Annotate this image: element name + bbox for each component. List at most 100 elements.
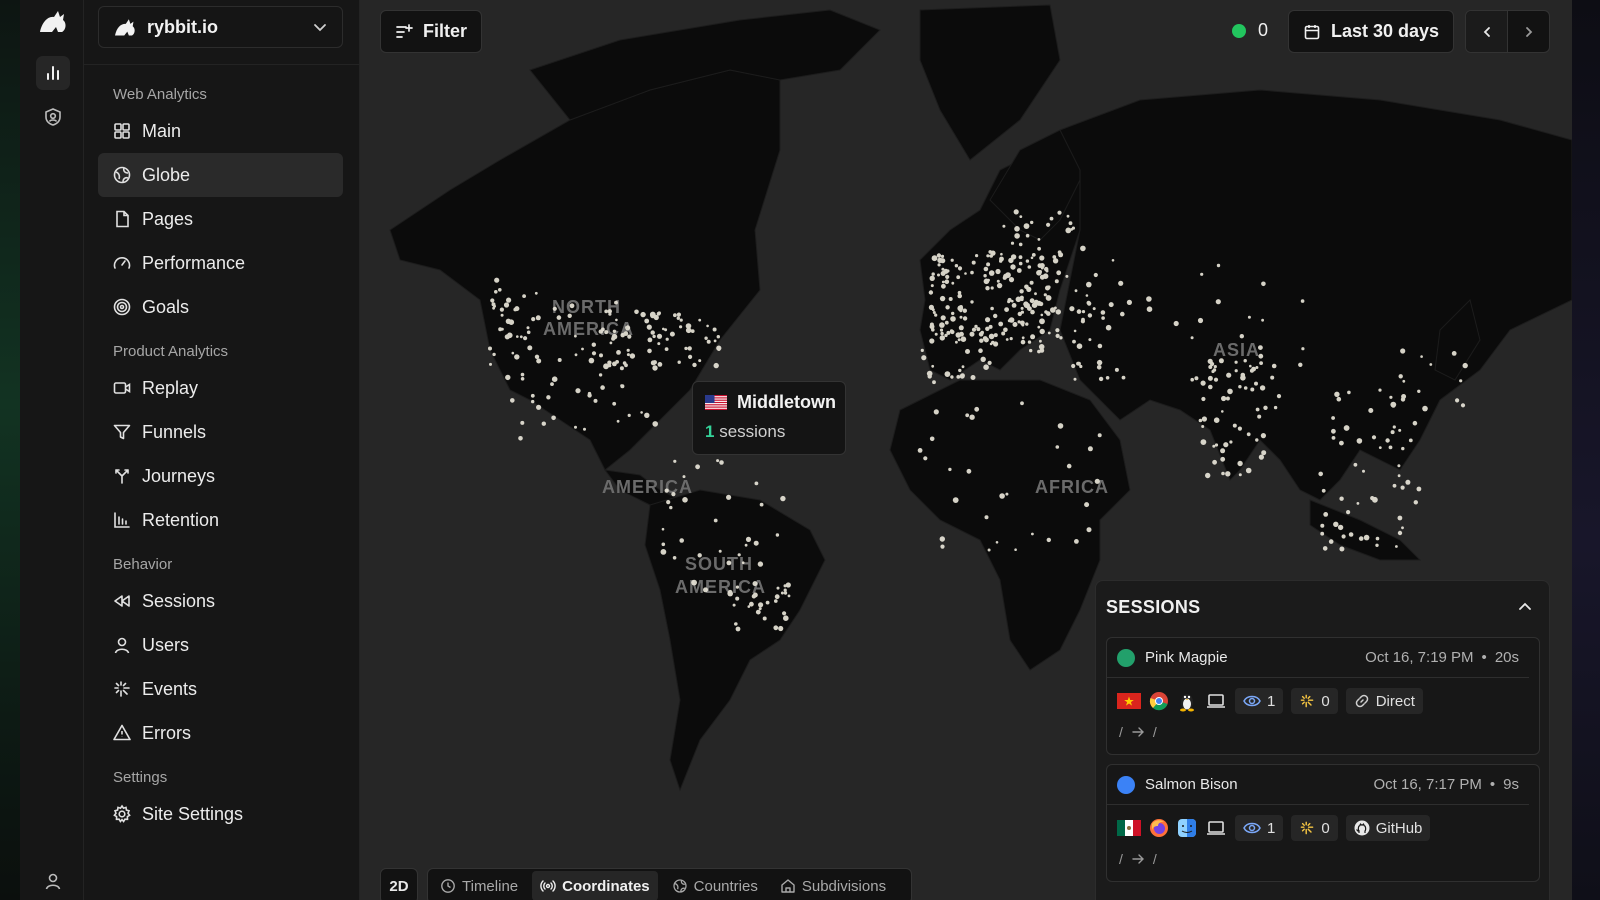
session-point[interactable] xyxy=(1221,395,1227,402)
session-point[interactable] xyxy=(1072,339,1076,344)
session-point[interactable] xyxy=(988,333,995,340)
session-point[interactable] xyxy=(978,348,983,354)
sidebar-item-errors[interactable]: Errors xyxy=(98,711,343,755)
session-point[interactable] xyxy=(1212,444,1216,448)
session-point[interactable] xyxy=(619,366,624,371)
session-point[interactable] xyxy=(1416,486,1422,492)
session-point[interactable] xyxy=(1375,543,1379,547)
session-point[interactable] xyxy=(959,373,965,379)
session-point[interactable] xyxy=(735,626,741,632)
session-point[interactable] xyxy=(505,318,512,324)
session-point[interactable] xyxy=(1011,303,1017,308)
session-point[interactable] xyxy=(522,294,526,298)
session-point[interactable] xyxy=(551,376,558,383)
session-point[interactable] xyxy=(494,290,498,294)
session-point[interactable] xyxy=(691,579,697,586)
session-point[interactable] xyxy=(494,277,500,283)
session-point[interactable] xyxy=(927,374,932,379)
sidebar-item-sessions[interactable]: Sessions xyxy=(98,579,343,623)
session-point[interactable] xyxy=(785,582,791,588)
session-point[interactable] xyxy=(1039,274,1045,280)
session-point[interactable] xyxy=(716,459,720,463)
session-point[interactable] xyxy=(516,335,519,338)
session-point[interactable] xyxy=(1046,222,1051,227)
session-point[interactable] xyxy=(932,311,936,314)
session-point[interactable] xyxy=(716,335,720,339)
session-point[interactable] xyxy=(945,305,950,310)
session-point[interactable] xyxy=(1076,361,1080,366)
session-point[interactable] xyxy=(1066,463,1072,469)
session-point[interactable] xyxy=(717,348,721,351)
session-point[interactable] xyxy=(985,326,990,331)
session-point[interactable] xyxy=(673,459,677,463)
session-point[interactable] xyxy=(726,560,732,566)
session-point[interactable] xyxy=(960,336,967,343)
session-point[interactable] xyxy=(1027,340,1032,344)
session-point[interactable] xyxy=(1389,395,1393,399)
session-point[interactable] xyxy=(1004,307,1009,312)
session-point[interactable] xyxy=(1024,303,1028,308)
session-point[interactable] xyxy=(1068,221,1073,226)
session-point[interactable] xyxy=(1322,546,1328,551)
session-point[interactable] xyxy=(581,347,584,351)
session-point[interactable] xyxy=(1323,512,1329,517)
session-point[interactable] xyxy=(965,413,970,418)
session-point[interactable] xyxy=(987,548,991,552)
session-point[interactable] xyxy=(1059,336,1063,340)
session-point[interactable] xyxy=(1223,442,1229,448)
session-point[interactable] xyxy=(957,338,961,342)
session-point[interactable] xyxy=(780,495,786,502)
chevron-right-icon[interactable] xyxy=(1508,11,1549,52)
session-point[interactable] xyxy=(1010,264,1016,270)
session-point[interactable] xyxy=(713,339,717,343)
session-point[interactable] xyxy=(1031,302,1038,309)
session-point[interactable] xyxy=(1240,375,1246,381)
session-point[interactable] xyxy=(1071,226,1075,230)
session-point[interactable] xyxy=(1339,440,1344,446)
session-point[interactable] xyxy=(1039,339,1042,343)
session-point[interactable] xyxy=(1173,320,1179,327)
session-point[interactable] xyxy=(1347,390,1351,395)
session-point[interactable] xyxy=(1216,263,1221,268)
session-point[interactable] xyxy=(1239,334,1244,339)
session-point[interactable] xyxy=(661,542,666,547)
session-point[interactable] xyxy=(1114,367,1119,372)
session-point[interactable] xyxy=(1337,524,1344,531)
session-point[interactable] xyxy=(679,538,684,543)
session-point[interactable] xyxy=(575,388,581,394)
sidebar-item-replay[interactable]: Replay xyxy=(98,366,343,410)
sidebar-item-journeys[interactable]: Journeys xyxy=(98,454,343,498)
session-point[interactable] xyxy=(727,590,733,597)
session-point[interactable] xyxy=(1043,293,1047,297)
session-point[interactable] xyxy=(757,561,764,567)
session-point[interactable] xyxy=(980,356,986,362)
session-point[interactable] xyxy=(754,481,759,486)
session-point[interactable] xyxy=(1055,309,1061,315)
session-point[interactable] xyxy=(534,354,540,359)
session-point[interactable] xyxy=(999,256,1004,262)
session-point[interactable] xyxy=(1200,380,1206,386)
session-point[interactable] xyxy=(1392,483,1397,488)
session-point[interactable] xyxy=(758,602,764,608)
session-point[interactable] xyxy=(1201,425,1205,428)
session-point[interactable] xyxy=(776,586,780,590)
session-point[interactable] xyxy=(608,312,612,316)
session-point[interactable] xyxy=(741,561,745,564)
session-point[interactable] xyxy=(984,338,988,343)
session-point[interactable] xyxy=(1402,379,1406,383)
session-point[interactable] xyxy=(1047,331,1051,335)
session-point[interactable] xyxy=(1220,456,1226,462)
session-point[interactable] xyxy=(971,260,976,265)
session-point[interactable] xyxy=(519,335,523,339)
session-point[interactable] xyxy=(1054,279,1059,284)
session-point[interactable] xyxy=(611,336,616,341)
session-point[interactable] xyxy=(669,505,673,510)
session-point[interactable] xyxy=(1097,343,1103,349)
session-point[interactable] xyxy=(1007,319,1011,323)
session-point[interactable] xyxy=(1120,311,1125,317)
session-point[interactable] xyxy=(783,615,789,621)
session-point[interactable] xyxy=(765,600,770,605)
session-point[interactable] xyxy=(954,264,959,268)
session-point[interactable] xyxy=(682,475,686,479)
session-point[interactable] xyxy=(1331,428,1336,434)
